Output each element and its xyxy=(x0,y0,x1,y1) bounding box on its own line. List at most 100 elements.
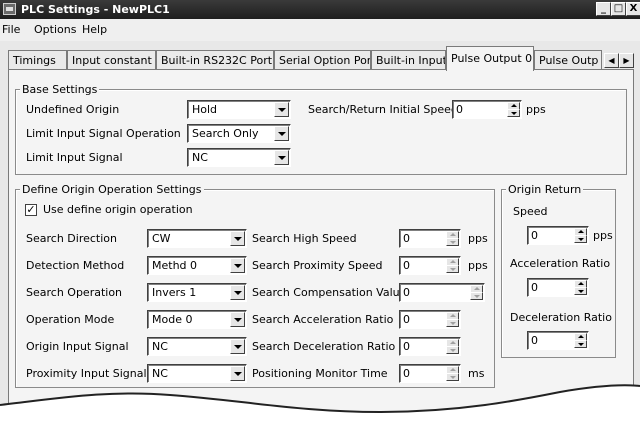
tab-input-constant[interactable]: Input constant xyxy=(67,50,156,70)
proximity-input-signal-value: NC xyxy=(152,367,168,380)
search-return-initial-speed-label: Search/Return Initial Speed xyxy=(308,103,458,116)
positioning-monitor-time-value: 0 xyxy=(403,367,410,380)
origin-return-speed-value: 0 xyxy=(531,229,538,242)
chevron-down-icon[interactable] xyxy=(230,312,245,327)
search-proximity-speed-label: Search Proximity Speed xyxy=(252,259,383,272)
positioning-monitor-time-unit: ms xyxy=(468,367,485,380)
search-return-initial-speed-value: 0 xyxy=(456,103,463,116)
tab-scroll-right-icon[interactable]: ▶ xyxy=(619,53,634,68)
search-return-initial-speed-spinner[interactable]: 0 xyxy=(452,100,522,119)
use-define-origin-checkbox[interactable]: ✓ xyxy=(25,204,37,216)
search-direction-value: CW xyxy=(152,232,171,245)
spin-down-icon[interactable] xyxy=(446,238,459,246)
chevron-down-icon[interactable] xyxy=(230,231,245,246)
spin-down-icon[interactable] xyxy=(446,373,459,381)
spin-down-icon[interactable] xyxy=(470,292,483,300)
chevron-down-icon[interactable] xyxy=(230,258,245,273)
proximity-input-signal-label: Proximity Input Signal xyxy=(26,367,147,380)
origin-input-signal-value: NC xyxy=(152,340,168,353)
search-deceleration-ratio-value: 0 xyxy=(403,340,410,353)
operation-mode-select[interactable]: Mode 0 xyxy=(147,310,247,329)
search-operation-select[interactable]: Invers 1 xyxy=(147,283,247,302)
chevron-down-icon[interactable] xyxy=(274,102,289,117)
chevron-down-icon[interactable] xyxy=(274,150,289,165)
acceleration-ratio-spinner[interactable]: 0 xyxy=(527,278,589,297)
search-operation-label: Search Operation xyxy=(26,286,123,299)
tab-strip: Timings Input constant Built-in RS232C P… xyxy=(0,46,640,71)
spin-down-icon[interactable] xyxy=(574,340,587,348)
proximity-input-signal-select[interactable]: NC xyxy=(147,364,247,383)
spin-down-icon[interactable] xyxy=(446,346,459,354)
detection-method-select[interactable]: Methd 0 xyxy=(147,256,247,275)
spin-down-icon[interactable] xyxy=(574,287,587,295)
search-acceleration-ratio-label: Search Acceleration Ratio xyxy=(252,313,394,326)
menu-options[interactable]: Options xyxy=(34,23,76,36)
limit-input-signal-select[interactable]: NC xyxy=(187,148,291,167)
search-compensation-value-spinner[interactable]: 0 xyxy=(399,283,485,302)
tab-serial-option-port[interactable]: Serial Option Port xyxy=(274,50,371,70)
undefined-origin-label: Undefined Origin xyxy=(26,103,120,116)
chevron-down-icon[interactable] xyxy=(230,339,245,354)
undefined-origin-select[interactable]: Hold xyxy=(187,100,291,119)
tab-timings[interactable]: Timings xyxy=(8,50,67,70)
limit-input-signal-operation-value: Search Only xyxy=(192,127,259,140)
base-settings-legend: Base Settings xyxy=(20,83,100,96)
search-high-speed-spinner[interactable]: 0 xyxy=(399,229,461,248)
deceleration-ratio-value: 0 xyxy=(531,334,538,347)
use-define-origin-label: Use define origin operation xyxy=(43,203,193,216)
detection-method-value: Methd 0 xyxy=(152,259,198,272)
limit-input-signal-label: Limit Input Signal xyxy=(26,151,123,164)
window-title: PLC Settings - NewPLC1 xyxy=(21,3,170,16)
tab-pulse-output-0[interactable]: Pulse Output 0 xyxy=(446,46,534,71)
positioning-monitor-time-spinner[interactable]: 0 xyxy=(399,364,461,383)
spin-down-icon[interactable] xyxy=(446,265,459,273)
chevron-down-icon[interactable] xyxy=(230,285,245,300)
origin-input-signal-select[interactable]: NC xyxy=(147,337,247,356)
search-direction-label: Search Direction xyxy=(26,232,117,245)
search-proximity-speed-unit: pps xyxy=(468,259,488,272)
minimize-button[interactable]: _ xyxy=(596,2,611,16)
spin-down-icon[interactable] xyxy=(446,319,459,327)
define-origin-settings-legend: Define Origin Operation Settings xyxy=(20,183,204,196)
search-acceleration-ratio-spinner[interactable]: 0 xyxy=(399,310,461,329)
close-button[interactable]: X xyxy=(626,2,640,16)
origin-return-speed-unit: pps xyxy=(593,229,613,242)
search-proximity-speed-spinner[interactable]: 0 xyxy=(399,256,461,275)
search-proximity-speed-value: 0 xyxy=(403,259,410,272)
search-high-speed-label: Search High Speed xyxy=(252,232,357,245)
search-compensation-value-label: Search Compensation Value xyxy=(252,286,407,299)
search-deceleration-ratio-label: Search Deceleration Ratio xyxy=(252,340,396,353)
acceleration-ratio-label: Acceleration Ratio xyxy=(510,257,611,270)
detection-method-label: Detection Method xyxy=(26,259,125,272)
operation-mode-value: Mode 0 xyxy=(152,313,193,326)
operation-mode-label: Operation Mode xyxy=(26,313,115,326)
tab-builtin-input[interactable]: Built-in Input xyxy=(371,50,446,70)
chevron-down-icon[interactable] xyxy=(274,126,289,141)
undefined-origin-value: Hold xyxy=(192,103,218,116)
spin-down-icon[interactable] xyxy=(574,235,587,243)
search-return-initial-speed-unit: pps xyxy=(526,103,546,116)
maximize-button[interactable]: □ xyxy=(611,2,626,16)
acceleration-ratio-value: 0 xyxy=(531,281,538,294)
search-direction-select[interactable]: CW xyxy=(147,229,247,248)
origin-input-signal-label: Origin Input Signal xyxy=(26,340,129,353)
search-high-speed-value: 0 xyxy=(403,232,410,245)
plc-app-icon xyxy=(3,3,16,15)
limit-input-signal-operation-label: Limit Input Signal Operation xyxy=(26,127,181,140)
pulse-output-0-panel: Base Settings Undefined Origin Hold Limi… xyxy=(8,69,634,443)
menu-file[interactable]: File xyxy=(2,23,20,36)
tab-scroll-left-icon[interactable]: ◀ xyxy=(604,53,619,68)
deceleration-ratio-spinner[interactable]: 0 xyxy=(527,331,589,350)
spin-down-icon[interactable] xyxy=(507,109,520,117)
positioning-monitor-time-label: Positioning Monitor Time xyxy=(252,367,388,380)
limit-input-signal-operation-select[interactable]: Search Only xyxy=(187,124,291,143)
origin-return-speed-label: Speed xyxy=(513,205,548,218)
search-high-speed-unit: pps xyxy=(468,232,488,245)
tab-builtin-rs232c-port[interactable]: Built-in RS232C Port xyxy=(156,50,274,70)
origin-return-speed-spinner[interactable]: 0 xyxy=(527,226,589,245)
menu-help[interactable]: Help xyxy=(82,23,107,36)
chevron-down-icon[interactable] xyxy=(230,366,245,381)
title-bar: PLC Settings - NewPLC1 _ □ X xyxy=(0,0,640,19)
search-deceleration-ratio-spinner[interactable]: 0 xyxy=(399,337,461,356)
tab-pulse-output-1[interactable]: Pulse Outp xyxy=(534,50,602,70)
